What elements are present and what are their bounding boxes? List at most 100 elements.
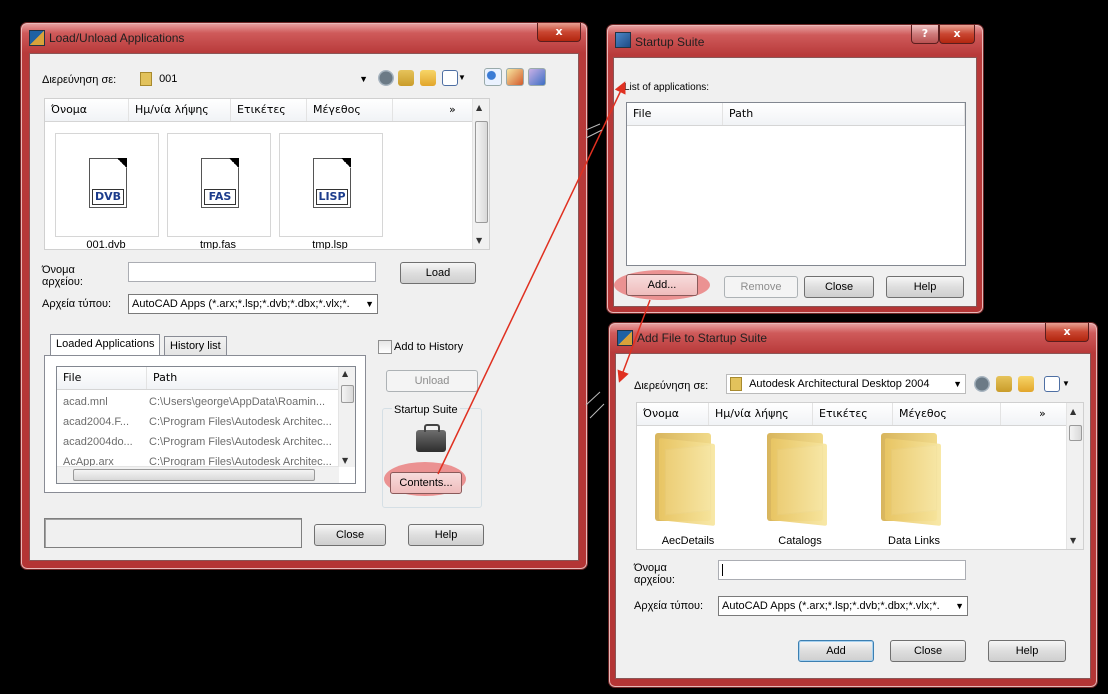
col-path[interactable]: Path: [147, 367, 347, 389]
add-to-history-checkbox[interactable]: [378, 340, 392, 354]
list-item[interactable]: acad2004.F... C:\Program Files\Autodesk A…: [63, 413, 332, 431]
look-in-combo[interactable]: Autodesk Architectural Desktop 2004 ▼: [726, 374, 966, 394]
scroll-thumb[interactable]: [341, 385, 354, 403]
webfolder-icon[interactable]: [528, 68, 546, 86]
scroll-down-icon[interactable]: ▼: [476, 236, 482, 245]
new-folder-icon[interactable]: [420, 70, 436, 86]
startup-close-button[interactable]: Close: [804, 276, 874, 298]
help-icon[interactable]: ?: [911, 25, 939, 44]
addfile-dialog-title: Add File to Startup Suite: [637, 331, 768, 345]
file-tile[interactable]: DVB: [55, 133, 159, 237]
loaded-apps-hscroll[interactable]: [57, 466, 339, 483]
col-date[interactable]: Ημ/νία λήψης: [709, 403, 813, 425]
col-file[interactable]: File: [627, 103, 723, 125]
folder-icon[interactable]: [655, 433, 715, 526]
col-size[interactable]: Μέγεθος: [893, 403, 1001, 425]
filename-label: Όνομα αρχείου:: [42, 264, 83, 288]
file-tile[interactable]: FAS: [167, 133, 271, 237]
filename-label: Όνομα αρχείου:: [634, 562, 675, 586]
add-button[interactable]: Add: [798, 640, 874, 662]
scroll-up-icon[interactable]: ▲: [342, 369, 348, 378]
col-more[interactable]: »: [443, 99, 475, 121]
startup-dialog-title: Startup Suite: [635, 35, 705, 49]
loaded-apps-vscroll[interactable]: ▲ ▼: [338, 367, 355, 467]
contents-button[interactable]: Contents...: [390, 472, 462, 494]
loaded-apps-list[interactable]: File Path acad.mnl C:\Users\george\AppDat…: [56, 366, 356, 484]
views-icon[interactable]: [442, 70, 458, 86]
look-in-label: Διερεύνηση σε:: [42, 74, 117, 86]
locate-icon[interactable]: [506, 68, 524, 86]
folder-icon[interactable]: [881, 433, 941, 526]
col-path[interactable]: Path: [723, 103, 965, 125]
list-item[interactable]: acad.mnl C:\Users\george\AppData\Roamin..…: [63, 393, 331, 411]
chevron-down-icon: ▼: [365, 295, 374, 313]
filetype-label: Αρχεία τύπου:: [42, 298, 112, 310]
decorative-lines: [585, 123, 605, 419]
views-chevron-icon[interactable]: ▼: [1062, 379, 1070, 388]
tab-loaded-applications[interactable]: Loaded Applications: [50, 334, 161, 356]
addfile-close-button[interactable]: Close: [890, 640, 966, 662]
remove-button[interactable]: Remove: [724, 276, 798, 298]
find-icon[interactable]: [484, 68, 502, 86]
startup-dialog-titlebar[interactable]: Startup Suite ? x: [607, 25, 983, 55]
col-more[interactable]: »: [1033, 403, 1069, 425]
scroll-thumb[interactable]: [475, 121, 488, 223]
close-button[interactable]: Close: [314, 524, 386, 546]
back-icon[interactable]: [378, 70, 394, 86]
col-name[interactable]: Όνομα: [45, 99, 129, 121]
startup-help-button[interactable]: Help: [886, 276, 964, 298]
up-folder-icon[interactable]: [996, 376, 1012, 392]
app-icon: [617, 330, 633, 346]
back-icon[interactable]: [974, 376, 990, 392]
new-folder-icon[interactable]: [1018, 376, 1034, 392]
filetype-select[interactable]: AutoCAD Apps (*.arx;*.lsp;*.dvb;*.dbx;*.…: [718, 596, 968, 616]
startup-add-button[interactable]: Add...: [626, 274, 698, 296]
list-of-applications-label: List of applications:: [624, 82, 710, 93]
scroll-up-icon[interactable]: ▲: [476, 103, 482, 112]
col-tags[interactable]: Ετικέτες: [813, 403, 893, 425]
filename-input[interactable]: [718, 560, 966, 580]
help-button[interactable]: Help: [408, 524, 484, 546]
col-size[interactable]: Μέγεθος: [307, 99, 393, 121]
scroll-up-icon[interactable]: ▲: [1070, 407, 1076, 416]
load-button[interactable]: Load: [400, 262, 476, 284]
load-dialog-close-icon[interactable]: x: [537, 23, 581, 42]
scroll-thumb[interactable]: [1069, 425, 1082, 441]
views-chevron-icon[interactable]: ▼: [458, 73, 466, 82]
filetype-value: AutoCAD Apps (*.arx;*.lsp;*.dvb;*.dbx;*.…: [722, 600, 940, 612]
up-folder-icon[interactable]: [398, 70, 414, 86]
file-browser[interactable]: Όνομα Ημ/νία λήψης Ετικέτες Μέγεθος » DV…: [44, 98, 490, 250]
look-in-value: Autodesk Architectural Desktop 2004: [749, 378, 930, 390]
chevron-down-icon: ▼: [953, 375, 962, 393]
load-dialog-title: Load/Unload Applications: [49, 31, 185, 45]
file-browser-scrollbar[interactable]: ▲ ▼: [472, 99, 489, 249]
col-tags[interactable]: Ετικέτες: [231, 99, 307, 121]
col-file[interactable]: File: [57, 367, 147, 389]
filetype-select[interactable]: AutoCAD Apps (*.arx;*.lsp;*.dvb;*.dbx;*.…: [128, 294, 378, 314]
folder-browser-scrollbar[interactable]: ▲ ▼: [1066, 403, 1083, 549]
addfile-help-button[interactable]: Help: [988, 640, 1066, 662]
unload-button[interactable]: Unload: [386, 370, 478, 392]
col-date[interactable]: Ημ/νία λήψης: [129, 99, 231, 121]
startup-apps-list[interactable]: File Path: [626, 102, 966, 266]
scroll-down-icon[interactable]: ▼: [1070, 536, 1076, 545]
filename-input[interactable]: [128, 262, 376, 282]
col-name[interactable]: Όνομα: [637, 403, 709, 425]
look-in-combo[interactable]: 001 ▼: [136, 69, 372, 89]
lisp-file-icon: LISP: [313, 158, 351, 208]
folder-name: AecDetails: [661, 535, 715, 547]
addfile-dialog-close-icon[interactable]: x: [1045, 323, 1089, 342]
views-icon[interactable]: [1044, 376, 1060, 392]
startup-suite-icon: [615, 32, 631, 48]
addfile-dialog-titlebar[interactable]: Add File to Startup Suite x: [609, 323, 1097, 353]
startup-dialog-close-icon[interactable]: x: [939, 25, 975, 44]
load-dialog-titlebar[interactable]: Load/Unload Applications x: [21, 23, 587, 53]
folder-icon[interactable]: [767, 433, 827, 526]
list-item[interactable]: acad2004do... C:\Program Files\Autodesk A…: [63, 433, 332, 451]
briefcase-handle-icon: [424, 424, 440, 432]
file-tile[interactable]: LISP: [279, 133, 383, 237]
tab-history-list[interactable]: History list: [164, 336, 227, 356]
scroll-down-icon[interactable]: ▼: [342, 456, 348, 465]
folder-browser[interactable]: Όνομα Ημ/νία λήψης Ετικέτες Μέγεθος » Ae…: [636, 402, 1084, 550]
scroll-thumb[interactable]: [73, 469, 315, 481]
